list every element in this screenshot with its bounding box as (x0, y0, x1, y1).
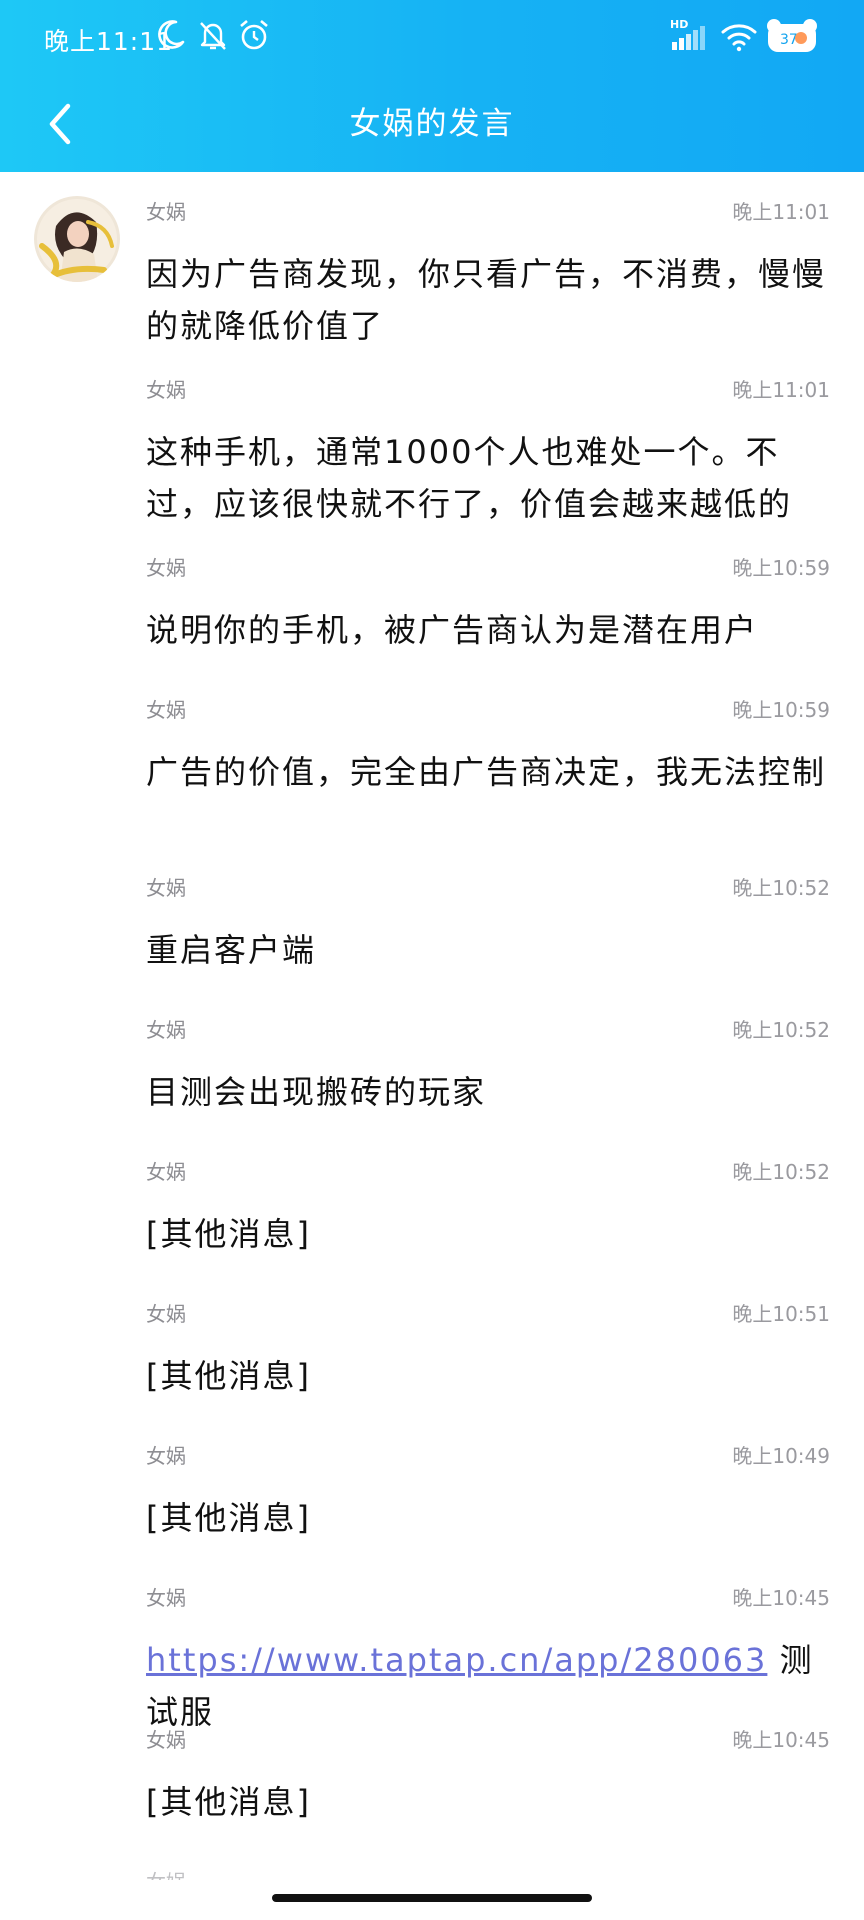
message-text: [其他消息] (146, 1499, 311, 1537)
message-text: https://www.taptap.cn/app/280063 测试服 (146, 1634, 830, 1738)
message-text: [其他消息] (146, 1215, 311, 1253)
message-text: [其他消息] (146, 1783, 311, 1821)
message-item[interactable]: 女娲 晚上11:01 因为广告商发现，你只看广告，不消费，慢慢的就降低价值了 (146, 196, 830, 352)
nav-bar: 女娲的发言 (0, 78, 864, 172)
message-time: 晚上10:59 (732, 698, 830, 722)
message-time: 晚上10:59 (732, 556, 830, 580)
message-item[interactable]: 女娲 晚上10:49 [其他消息] (146, 1440, 830, 1544)
cellular-signal-icon: HD (670, 18, 705, 50)
status-bar: 晚上11:11 HD 37 (0, 0, 864, 78)
sender-name: 女娲 (146, 1728, 186, 1752)
sender-name: 女娲 (146, 1160, 186, 1184)
message-time: 晚上11:01 (732, 378, 830, 402)
message-item[interactable]: 女娲 晚上10:51 [其他消息] (146, 1298, 830, 1402)
message-item[interactable]: 女娲 晚上11:01 这种手机，通常1000个人也难处一个。不过，应该很快就不行… (146, 374, 830, 530)
sender-name: 女娲 (146, 1586, 186, 1610)
moon-icon (158, 20, 185, 49)
home-indicator[interactable] (272, 1894, 592, 1902)
message-item[interactable]: 女娲 晚上10:45 [其他消息] (146, 1724, 830, 1828)
message-text: 广告的价值，完全由广告商决定，我无法控制 (146, 753, 827, 791)
message-item[interactable]: 女娲 晚上10:52 目测会出现搬砖的玩家 (146, 1014, 830, 1118)
message-time: 晚上10:52 (732, 876, 830, 900)
battery-icon: 37 (767, 19, 817, 52)
message-item[interactable]: 女娲 晚上10:45 https://www.taptap.cn/app/280… (146, 1582, 830, 1738)
message-time: 晚上11:01 (732, 200, 830, 224)
svg-text:HD: HD (670, 18, 688, 31)
sender-name: 女娲 (146, 1444, 186, 1468)
notification-muted-icon (200, 22, 226, 50)
message-text: [其他消息] (146, 1357, 311, 1395)
message-item[interactable]: 女娲 晚上10:52 [其他消息] (146, 1156, 830, 1260)
sender-name: 女娲 (146, 1018, 186, 1042)
sender-name: 女娲 (146, 378, 186, 402)
message-time: 晚上10:52 (732, 1160, 830, 1184)
message-text: 说明你的手机，被广告商认为是潜在用户 (146, 611, 759, 649)
sender-name: 女娲 (146, 1866, 186, 1880)
message-link[interactable]: https://www.taptap.cn/app/280063 (146, 1641, 767, 1679)
message-item-partial[interactable]: 女娲 (146, 1866, 830, 1880)
message-time: 晚上10:45 (732, 1586, 830, 1610)
app-header: 晚上11:11 HD 37 女娲的发言 (0, 0, 864, 172)
sender-name: 女娲 (146, 1302, 186, 1326)
message-time: 晚上10:52 (732, 1018, 830, 1042)
message-time: 晚上10:49 (732, 1444, 830, 1468)
sender-name: 女娲 (146, 200, 186, 224)
alarm-icon (240, 20, 268, 50)
message-time: 晚上10:51 (732, 1302, 830, 1326)
sender-name: 女娲 (146, 698, 186, 722)
avatar[interactable] (34, 196, 120, 282)
message-text: 目测会出现搬砖的玩家 (146, 1073, 487, 1111)
message-item[interactable]: 女娲 晚上10:59 说明你的手机，被广告商认为是潜在用户 (146, 552, 830, 656)
svg-text:37: 37 (780, 32, 798, 48)
message-time: 晚上10:45 (732, 1728, 830, 1752)
message-item[interactable]: 女娲 晚上10:59 广告的价值，完全由广告商决定，我无法控制 (146, 694, 830, 798)
message-text: 因为广告商发现，你只看广告，不消费，慢慢的就降低价值了 (146, 255, 827, 345)
sender-name: 女娲 (146, 556, 186, 580)
message-text: 这种手机，通常1000个人也难处一个。不过，应该很快就不行了，价值会越来越低的 (146, 433, 793, 523)
message-item[interactable]: 女娲 晚上10:52 重启客户端 (146, 872, 830, 976)
status-time: 晚上11:11 (44, 27, 174, 56)
sender-name: 女娲 (146, 876, 186, 900)
message-list[interactable]: 女娲 晚上11:01 因为广告商发现，你只看广告，不消费，慢慢的就降低价值了 女… (0, 172, 864, 1880)
page-title: 女娲的发言 (349, 106, 515, 142)
wifi-icon (721, 24, 757, 52)
message-text: 重启客户端 (146, 931, 317, 969)
